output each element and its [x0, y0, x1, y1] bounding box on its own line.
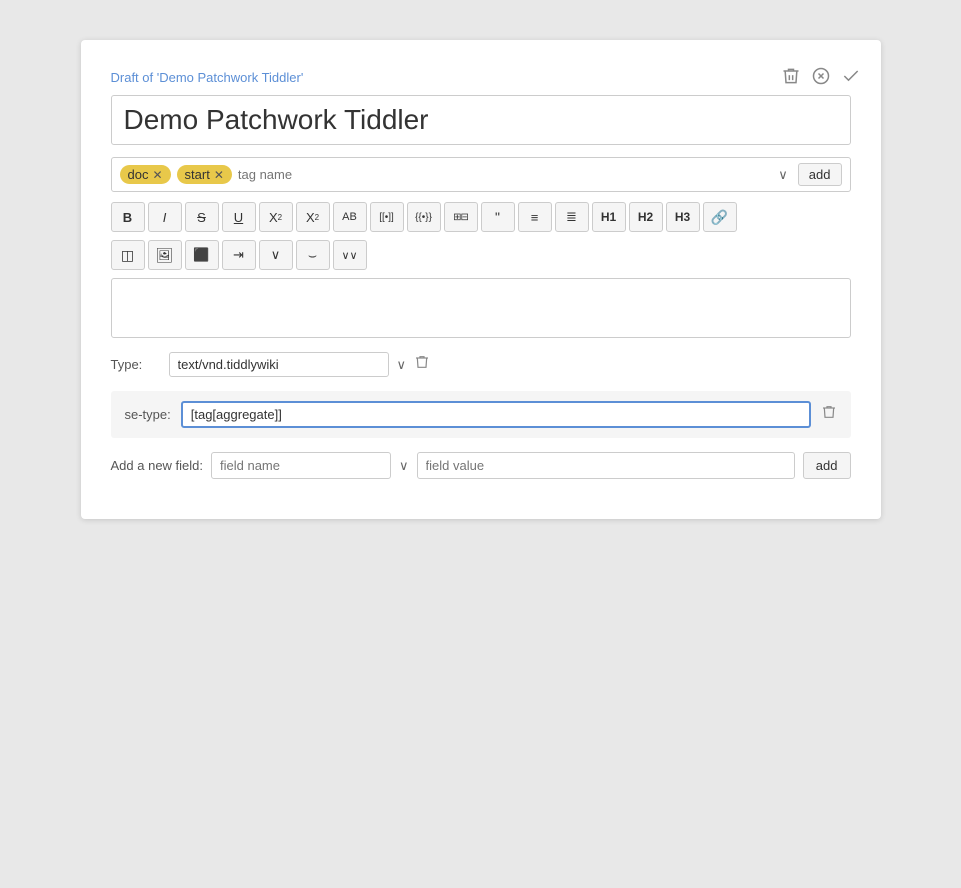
field-name-dropdown-button[interactable]: ∨ — [399, 458, 409, 474]
tag-dropdown-button[interactable]: ∨ — [774, 167, 792, 183]
delete-icon[interactable] — [781, 66, 801, 91]
tag-start-remove[interactable]: ✕ — [214, 168, 224, 182]
tag-start: start ✕ — [177, 165, 232, 184]
toolbar-subscript[interactable]: X2 — [296, 202, 330, 232]
type-row: Type: ∨ — [111, 352, 851, 377]
tags-row: doc ✕ start ✕ ∨ add — [111, 157, 851, 192]
field-value-input[interactable] — [417, 452, 795, 479]
toolbar-macro[interactable]: {{•}} — [407, 202, 441, 232]
confirm-icon[interactable] — [841, 66, 861, 91]
toolbar-h2[interactable]: H2 — [629, 202, 663, 232]
type-label: Type: — [111, 357, 161, 372]
cancel-icon[interactable] — [811, 66, 831, 91]
top-actions — [781, 66, 861, 91]
toolbar-indent[interactable]: ⇥ — [222, 240, 256, 270]
toolbar-tilde[interactable]: ⌣ — [296, 240, 330, 270]
toolbar-ext-link[interactable]: [[•]] — [370, 202, 404, 232]
toolbar-h1[interactable]: H1 — [592, 202, 626, 232]
toolbar-table[interactable]: ⊞⊟ — [444, 202, 478, 232]
draft-label: Draft of 'Demo Patchwork Tiddler' — [111, 70, 851, 85]
toolbar-h3[interactable]: H3 — [666, 202, 700, 232]
tag-doc-label: doc — [128, 167, 149, 182]
toolbar-strikethrough[interactable]: S — [185, 202, 219, 232]
tag-name-input[interactable] — [238, 167, 768, 182]
se-delete-button[interactable] — [821, 404, 837, 425]
field-name-input[interactable] — [211, 452, 391, 479]
add-tag-button[interactable]: add — [798, 163, 842, 186]
toolbar-link[interactable]: 🔗 — [703, 202, 737, 232]
toolbar-bold[interactable]: B — [111, 202, 145, 232]
add-field-label: Add a new field: — [111, 458, 204, 473]
toolbar-row2: ◫ 🖼 ⬛ ⇥ ∨ ⌣ ∨∨ — [111, 240, 851, 270]
toolbar-underline[interactable]: U — [222, 202, 256, 232]
add-field-button[interactable]: add — [803, 452, 851, 479]
toolbar-image[interactable]: 🖼 — [148, 240, 182, 270]
toolbar-row1: B I S U X2 X2 AB [[•]] {{•}} ⊞⊟ " ≡ ≣ H1… — [111, 202, 851, 232]
title-input[interactable] — [111, 95, 851, 145]
toolbar-stamp[interactable]: ⬛ — [185, 240, 219, 270]
toolbar-superscript[interactable]: X2 — [259, 202, 293, 232]
se-input[interactable] — [181, 401, 811, 428]
se-label: se-type: — [125, 407, 171, 422]
toolbar-num-list[interactable]: ≣ — [555, 202, 589, 232]
add-field-row: Add a new field: ∨ add — [111, 452, 851, 479]
type-dropdown-button[interactable]: ∨ — [397, 357, 407, 373]
toolbar-widget[interactable]: ◫ — [111, 240, 145, 270]
se-row: se-type: — [111, 391, 851, 438]
toolbar-blockquote[interactable]: " — [481, 202, 515, 232]
type-input[interactable] — [169, 352, 389, 377]
tag-doc-remove[interactable]: ✕ — [152, 168, 162, 182]
toolbar-uppercase[interactable]: AB — [333, 202, 367, 232]
editor-content[interactable] — [111, 278, 851, 338]
tag-doc: doc ✕ — [120, 165, 171, 184]
type-delete-button[interactable] — [414, 354, 430, 375]
editor-card: Draft of 'Demo Patchwork Tiddler' doc ✕ … — [81, 40, 881, 519]
toolbar-more[interactable]: ∨∨ — [333, 240, 367, 270]
toolbar-bullet-list[interactable]: ≡ — [518, 202, 552, 232]
tag-start-label: start — [185, 167, 210, 182]
toolbar-italic[interactable]: I — [148, 202, 182, 232]
toolbar-dropdown2[interactable]: ∨ — [259, 240, 293, 270]
